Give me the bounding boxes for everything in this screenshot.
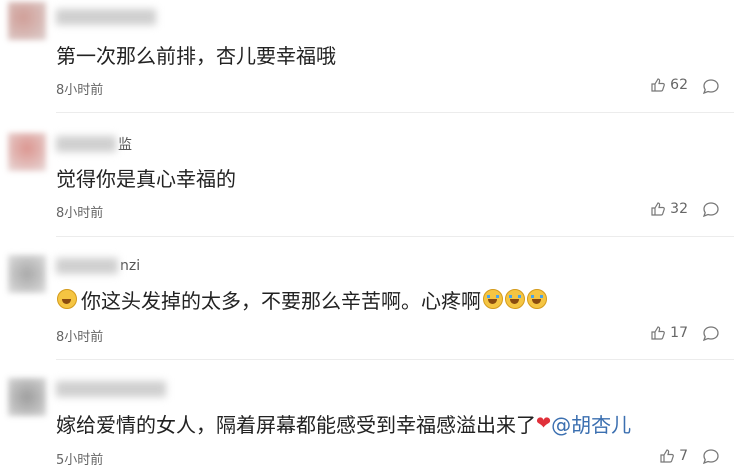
username-text: 监 (118, 137, 132, 153)
comment-text: 觉得你是真心幸福的 (56, 166, 236, 191)
thumbs-up-icon (660, 449, 674, 463)
like-count: 62 (670, 77, 688, 93)
like-button[interactable]: 62 (650, 77, 688, 93)
avatar[interactable] (8, 255, 46, 293)
avatar[interactable] (8, 378, 46, 416)
comment-text-content: 你这头发掉的太多，不要那么辛苦啊。心疼啊 (81, 288, 481, 313)
comment-time: 5小时前 (56, 453, 104, 468)
comment-time: 8小时前 (56, 206, 104, 221)
like-button[interactable]: 32 (650, 201, 688, 217)
like-count: 32 (670, 201, 688, 217)
comment-text: 第一次那么前排，杏儿要幸福哦 (56, 43, 336, 68)
thumbs-up-icon (651, 202, 666, 216)
like-button[interactable]: 7 (659, 448, 688, 464)
comment-bubble-icon[interactable] (702, 325, 720, 343)
comment-item: 监 觉得你是真心幸福的 8小时前 32 (0, 113, 734, 235)
username[interactable] (56, 378, 168, 400)
like-count: 7 (679, 448, 688, 464)
comment-item: nzi 你这头发掉的太多，不要那么辛苦啊。心疼啊 8小时前 17 (0, 237, 734, 359)
comment-text: 嫁给爱情的女人，隔着屏幕都能感受到幸福感溢出来了 ❤ @胡杏儿 (56, 409, 631, 437)
username[interactable]: 监 (56, 133, 132, 155)
crying-face-emoji (57, 289, 77, 309)
username[interactable]: nzi (56, 255, 140, 277)
crying-face-emoji (527, 289, 547, 309)
blurred-username (56, 136, 116, 152)
comment-time: 8小时前 (56, 83, 104, 98)
crying-face-emoji (483, 289, 503, 309)
crying-face-emoji (505, 289, 525, 309)
like-button[interactable]: 17 (650, 325, 688, 341)
comment-bubble-icon[interactable] (702, 78, 720, 96)
avatar[interactable] (8, 133, 46, 171)
mention-link[interactable]: @胡杏儿 (551, 409, 631, 438)
comment-item: 嫁给爱情的女人，隔着屏幕都能感受到幸福感溢出来了 ❤ @胡杏儿 5小时前 7 (0, 360, 734, 476)
comment-text-content: 嫁给爱情的女人，隔着屏幕都能感受到幸福感溢出来了 (56, 412, 536, 437)
like-count: 17 (670, 325, 688, 341)
blurred-username (56, 381, 166, 397)
comment-bubble-icon[interactable] (702, 448, 720, 466)
heart-icon: ❤ (536, 412, 552, 434)
avatar[interactable] (8, 2, 46, 40)
thumbs-up-icon (651, 326, 666, 340)
comment-bubble-icon[interactable] (702, 201, 720, 219)
username-text: nzi (120, 258, 141, 274)
blurred-username (56, 258, 118, 274)
comment-item: 第一次那么前排，杏儿要幸福哦 8小时前 62 (0, 0, 734, 112)
username[interactable] (56, 6, 158, 28)
comment-text: 你这头发掉的太多，不要那么辛苦啊。心疼啊 (56, 285, 548, 313)
blurred-username (56, 9, 156, 25)
thumbs-up-icon (651, 78, 666, 92)
comment-time: 8小时前 (56, 330, 104, 345)
